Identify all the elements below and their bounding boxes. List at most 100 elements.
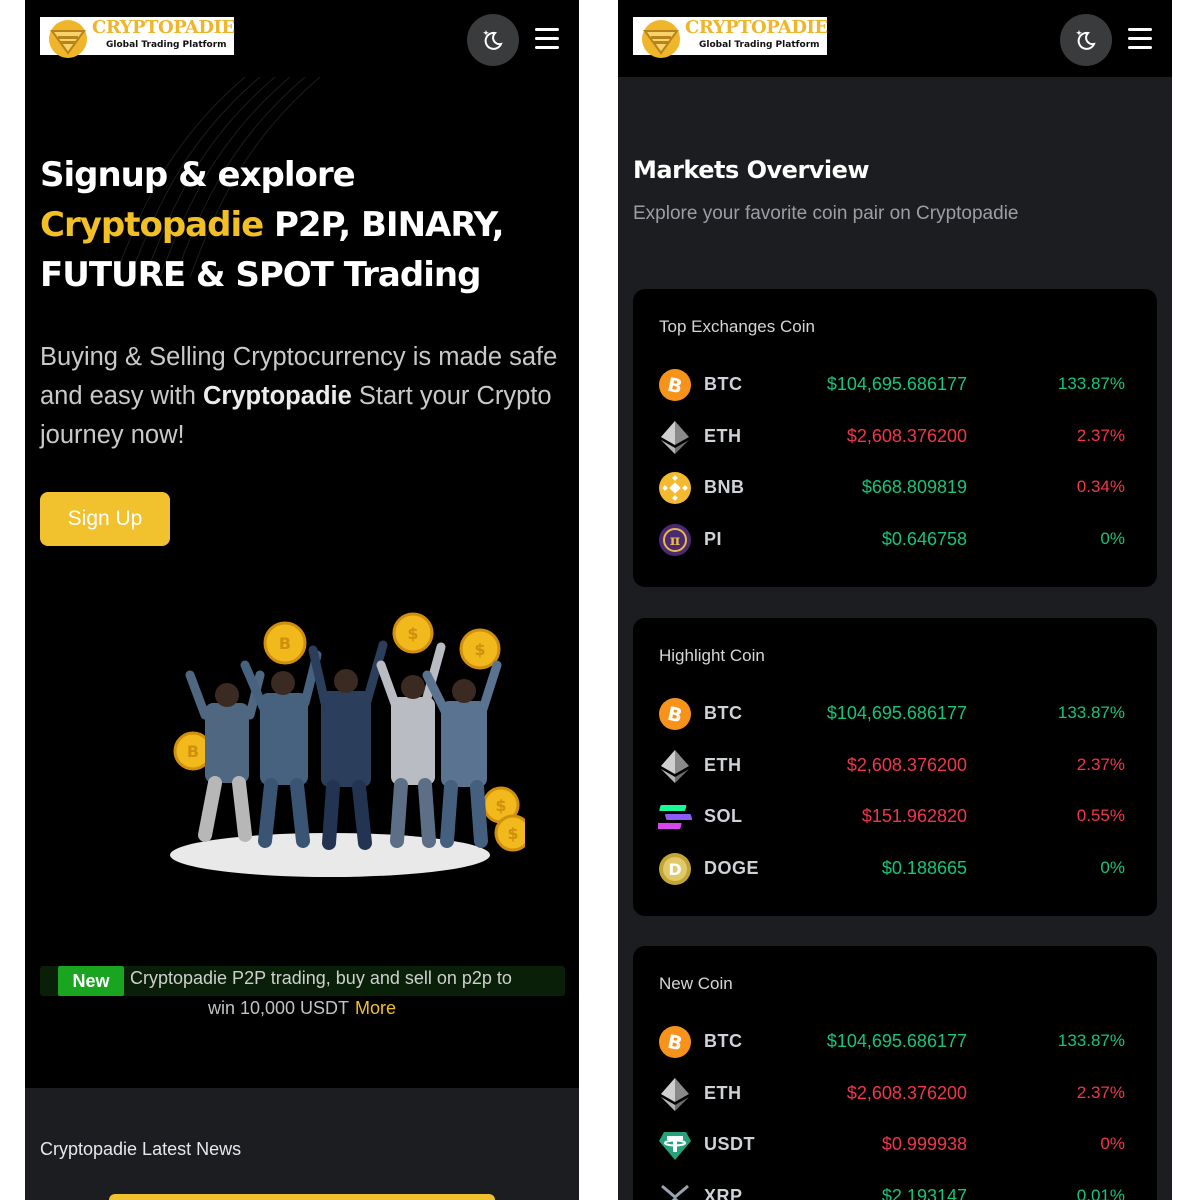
coin-row[interactable]: ETH $2,608.376200 2.37% xyxy=(633,418,1157,456)
svg-text:B: B xyxy=(187,742,199,761)
announcement-ticker[interactable]: New Cryptopadie P2P trading, buy and sel… xyxy=(40,966,565,996)
coin-change: 0% xyxy=(1100,1134,1125,1153)
news-carousel-card[interactable] xyxy=(109,1194,495,1200)
new-badge: New xyxy=(58,966,124,996)
coin-symbol: ETH xyxy=(704,754,742,775)
coin-change: 133.87% xyxy=(1057,1031,1125,1050)
coin-change: 2.37% xyxy=(1076,1082,1125,1102)
coin-price: $2,608.376200 xyxy=(846,425,967,446)
coin-change: 133.87% xyxy=(1057,374,1125,393)
top-header: CRYPTOPADIE Global Trading Platform xyxy=(25,0,579,77)
ticker-continuation: win 10,000 USDT More xyxy=(25,998,579,1019)
coin-price: $668.809819 xyxy=(861,477,967,497)
logo-subtitle: Global Trading Platform xyxy=(699,40,820,50)
hamburger-menu-button[interactable] xyxy=(1126,26,1156,52)
hamburger-menu-button[interactable] xyxy=(533,26,563,52)
coin-symbol: BTC xyxy=(704,374,743,394)
coin-price: $0.188665 xyxy=(881,857,967,878)
coin-change: 2.37% xyxy=(1076,425,1125,445)
svg-text:$: $ xyxy=(495,796,506,815)
site-logo[interactable]: CRYPTOPADIE Global Trading Platform xyxy=(633,17,828,58)
logo-title: CRYPTOPADIE xyxy=(685,17,828,38)
coin-symbol: ETH xyxy=(704,425,742,446)
coin-symbol: BNB xyxy=(704,477,745,497)
menu-line xyxy=(535,46,559,49)
menu-line xyxy=(535,28,559,31)
coin-change: 0% xyxy=(1100,528,1125,548)
coin-row[interactable]: XRP $2.193147 0.01% xyxy=(633,1178,1157,1200)
coin-price: $104,695.686177 xyxy=(826,1031,967,1051)
coin-symbol: ETH xyxy=(704,1082,742,1103)
svg-text:B: B xyxy=(279,634,291,653)
news-title: Cryptopadie Latest News xyxy=(40,1139,242,1159)
hero-description: Buying & Selling Cryptocurrency is made … xyxy=(40,338,565,455)
ethereum-icon xyxy=(661,749,689,783)
moon-sparkle-icon xyxy=(1076,30,1096,50)
coin-row[interactable]: B BTC $104,695.686177 133.87% xyxy=(633,1023,1157,1061)
coin-price: $104,695.686177 xyxy=(826,374,967,394)
more-link[interactable]: More xyxy=(355,998,396,1018)
sign-up-button[interactable]: Sign Up xyxy=(40,492,170,546)
markets-title: Markets Overview xyxy=(633,156,870,184)
coin-price: $104,695.686177 xyxy=(826,703,967,723)
moon-sparkle-icon xyxy=(483,30,503,50)
market-card-title: Highlight Coin xyxy=(659,646,765,665)
logo-emblem-icon xyxy=(49,20,87,58)
celebrating-team-illustration: B$$ B$$ xyxy=(170,612,525,877)
hero-title-line2: P2P, BINARY, xyxy=(263,205,505,245)
coin-symbol: PI xyxy=(704,528,723,549)
coin-row[interactable]: BNB $668.809819 0.34% xyxy=(633,469,1157,507)
coin-row[interactable]: ETH $2,608.376200 2.37% xyxy=(633,747,1157,785)
menu-line xyxy=(535,37,559,40)
svg-text:D: D xyxy=(668,860,681,879)
hero-desc-brand: Cryptopadie xyxy=(203,382,352,410)
hero-headline: Signup & explore Cryptopadie P2P, BINARY… xyxy=(40,150,560,300)
coin-symbol: XRP xyxy=(704,1185,743,1200)
bnb-icon xyxy=(659,472,691,504)
coin-price: $2,608.376200 xyxy=(846,754,967,775)
svg-text:$: $ xyxy=(407,624,418,643)
coin-row[interactable]: SOL $151.962820 0.55% xyxy=(633,798,1157,836)
pi-network-icon: π xyxy=(659,523,691,556)
market-card: New Coin B BTC $104,695.686177 133.87% ETH $2,… xyxy=(633,946,1157,1200)
ticker-text: Cryptopadie P2P trading, buy and sell on… xyxy=(130,968,512,988)
coin-price: $151.962820 xyxy=(861,806,967,826)
coin-price: $0.999938 xyxy=(881,1134,967,1154)
theme-toggle-button[interactable] xyxy=(1060,14,1112,66)
coin-change: 0% xyxy=(1100,857,1125,877)
coin-row[interactable]: ETH $2,608.376200 2.37% xyxy=(633,1075,1157,1113)
bitcoin-icon: B xyxy=(659,369,691,401)
site-logo[interactable]: CRYPTOPADIE Global Trading Platform xyxy=(40,17,235,58)
coin-row[interactable]: π PI $0.646758 0% xyxy=(633,521,1157,559)
coin-change: 0.34% xyxy=(1076,477,1125,496)
coin-row[interactable]: B BTC $104,695.686177 133.87% xyxy=(633,366,1157,404)
logo-subtitle: Global Trading Platform xyxy=(106,40,227,50)
coin-symbol: BTC xyxy=(704,703,743,723)
bitcoin-icon: B xyxy=(659,1026,691,1058)
coin-change: 0.01% xyxy=(1076,1185,1125,1200)
menu-line xyxy=(1128,28,1152,31)
coin-change: 0.55% xyxy=(1076,806,1125,825)
coin-row[interactable]: USDT $0.999938 0% xyxy=(633,1126,1157,1164)
ethereum-icon xyxy=(661,1077,689,1111)
coin-price: $2,608.376200 xyxy=(846,1082,967,1103)
logo-title: CRYPTOPADIE xyxy=(92,17,235,38)
coin-row[interactable]: D DOGE $0.188665 0% xyxy=(633,850,1157,888)
market-card: Top Exchanges Coin B BTC $104,695.686177 133… xyxy=(633,289,1157,587)
coin-symbol: USDT xyxy=(704,1134,755,1154)
bitcoin-icon: B xyxy=(659,698,691,730)
coin-symbol: DOGE xyxy=(704,857,760,878)
logo-emblem-icon xyxy=(642,20,680,58)
coin-row[interactable]: B BTC $104,695.686177 133.87% xyxy=(633,695,1157,733)
dogecoin-icon: D xyxy=(659,852,691,885)
theme-toggle-button[interactable] xyxy=(467,14,519,66)
markets-screen: CRYPTOPADIE Global Trading Platform Mark… xyxy=(618,0,1172,1200)
ethereum-icon xyxy=(661,420,689,454)
coin-price: $2.193147 xyxy=(881,1185,967,1200)
top-header: CRYPTOPADIE Global Trading Platform xyxy=(618,0,1172,77)
ticker-text-line2: win 10,000 USDT xyxy=(207,998,350,1018)
markets-subtitle: Explore your favorite coin pair on Crypt… xyxy=(633,203,1019,224)
coin-symbol: SOL xyxy=(704,806,743,826)
menu-line xyxy=(1128,46,1152,49)
svg-text:$: $ xyxy=(507,824,518,843)
